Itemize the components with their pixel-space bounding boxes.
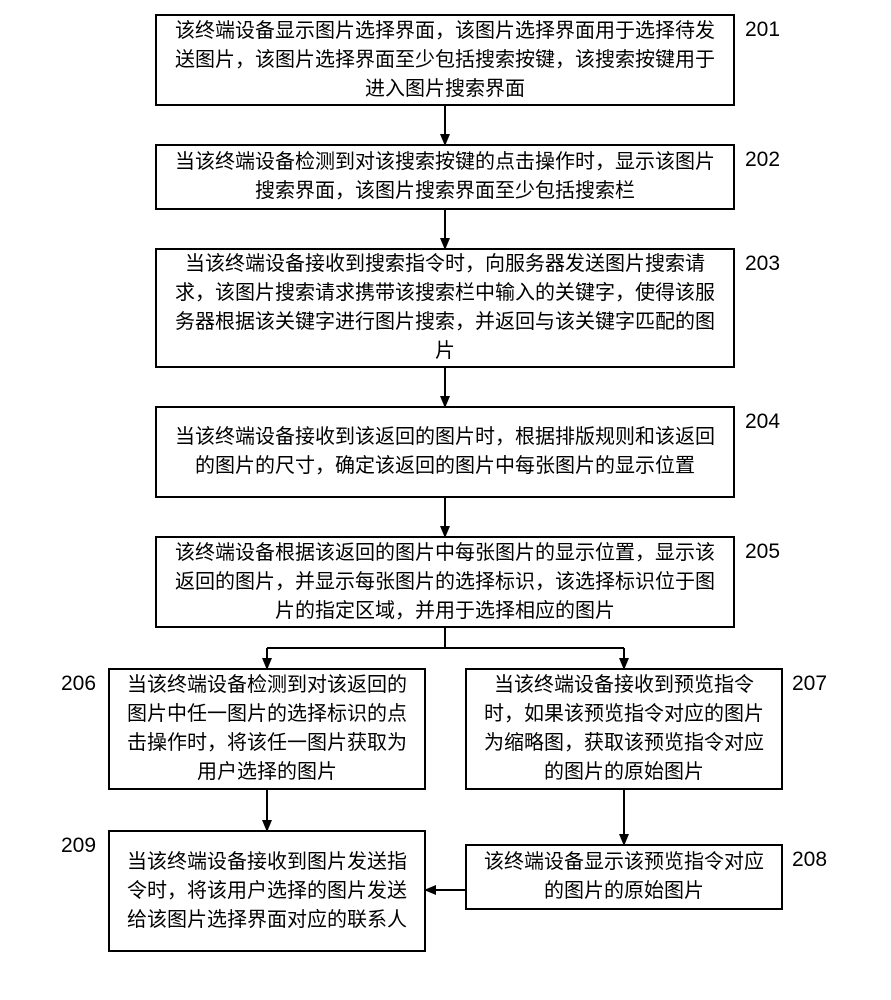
step-209-label: 209 <box>61 834 96 858</box>
step-209-text: 当该终端设备接收到图片发送指令时，将该用户选择的图片发送给该图片选择界面对应的联… <box>124 848 410 935</box>
step-206-text: 当该终端设备检测到对该返回的图片中任一图片的选择标识的点击操作时，将该任一图片获… <box>124 671 410 787</box>
step-207-text: 当该终端设备接收到预览指令时，如果该预览指令对应的图片为缩略图，获取该预览指令对… <box>481 671 767 787</box>
step-205-text: 该终端设备根据该返回的图片中每张图片的显示位置，显示该返回的图片，并显示每张图片… <box>171 539 719 626</box>
step-201: 该终端设备显示图片选择界面，该图片选择界面用于选择待发送图片，该图片选择界面至少… <box>155 14 735 106</box>
step-207-label: 207 <box>792 672 827 696</box>
step-205-label: 205 <box>745 540 780 564</box>
step-208: 该终端设备显示该预览指令对应的图片的原始图片 <box>465 844 783 910</box>
step-201-label: 201 <box>745 18 780 42</box>
step-208-text: 该终端设备显示该预览指令对应的图片的原始图片 <box>481 848 767 906</box>
step-203: 当该终端设备接收到搜索指令时，向服务器发送图片搜索请求，该图片搜索请求携带该搜索… <box>155 248 735 368</box>
step-202-text: 当该终端设备检测到对该搜索按键的点击操作时，显示该图片搜索界面，该图片搜索界面至… <box>171 148 719 206</box>
step-209: 当该终端设备接收到图片发送指令时，将该用户选择的图片发送给该图片选择界面对应的联… <box>108 830 426 952</box>
step-207: 当该终端设备接收到预览指令时，如果该预览指令对应的图片为缩略图，获取该预览指令对… <box>465 668 783 790</box>
step-208-label: 208 <box>792 848 827 872</box>
step-203-label: 203 <box>745 252 780 276</box>
step-204-label: 204 <box>745 410 780 434</box>
step-206: 当该终端设备检测到对该返回的图片中任一图片的选择标识的点击操作时，将该任一图片获… <box>108 668 426 790</box>
step-204: 当该终端设备接收到该返回的图片时，根据排版规则和该返回的图片的尺寸，确定该返回的… <box>155 406 735 498</box>
step-204-text: 当该终端设备接收到该返回的图片时，根据排版规则和该返回的图片的尺寸，确定该返回的… <box>171 423 719 481</box>
step-206-label: 206 <box>61 672 96 696</box>
flowchart-canvas: 该终端设备显示图片选择界面，该图片选择界面用于选择待发送图片，该图片选择界面至少… <box>0 0 891 1000</box>
step-203-text: 当该终端设备接收到搜索指令时，向服务器发送图片搜索请求，该图片搜索请求携带该搜索… <box>171 250 719 366</box>
step-202: 当该终端设备检测到对该搜索按键的点击操作时，显示该图片搜索界面，该图片搜索界面至… <box>155 144 735 210</box>
step-201-text: 该终端设备显示图片选择界面，该图片选择界面用于选择待发送图片，该图片选择界面至少… <box>171 17 719 104</box>
step-202-label: 202 <box>745 148 780 172</box>
step-205: 该终端设备根据该返回的图片中每张图片的显示位置，显示该返回的图片，并显示每张图片… <box>155 536 735 628</box>
